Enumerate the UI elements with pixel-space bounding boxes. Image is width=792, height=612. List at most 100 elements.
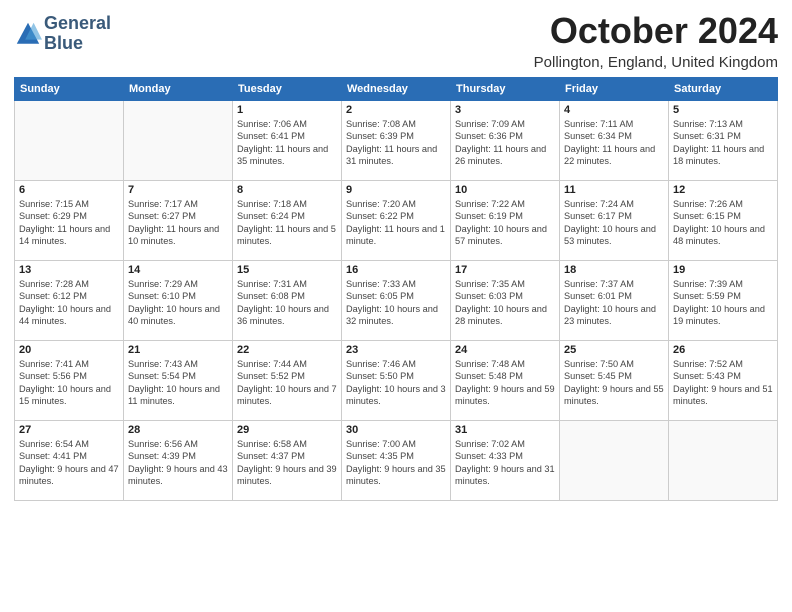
day-detail: Sunrise: 6:56 AM Sunset: 4:39 PM Dayligh…: [128, 438, 228, 488]
day-detail: Sunrise: 7:46 AM Sunset: 5:50 PM Dayligh…: [346, 358, 446, 408]
day-detail: Sunrise: 7:15 AM Sunset: 6:29 PM Dayligh…: [19, 198, 119, 248]
calendar-cell: 6 Sunrise: 7:15 AM Sunset: 6:29 PM Daylig…: [15, 181, 124, 261]
calendar-cell: 4 Sunrise: 7:11 AM Sunset: 6:34 PM Daylig…: [560, 101, 669, 181]
day-number: 10: [455, 184, 555, 196]
day-number: 3: [455, 104, 555, 116]
day-detail: Sunrise: 7:22 AM Sunset: 6:19 PM Dayligh…: [455, 198, 555, 248]
day-detail: Sunrise: 7:09 AM Sunset: 6:36 PM Dayligh…: [455, 118, 555, 168]
calendar-cell: 9 Sunrise: 7:20 AM Sunset: 6:22 PM Daylig…: [342, 181, 451, 261]
day-of-week-header: Sunday: [15, 78, 124, 101]
day-number: 24: [455, 344, 555, 356]
calendar-cell: 25 Sunrise: 7:50 AM Sunset: 5:45 PM Dayli…: [560, 341, 669, 421]
calendar-cell: 26Sunrise: 7:52 AM Sunset: 5:43 PM Dayli…: [669, 341, 778, 421]
day-detail: Sunrise: 7:18 AM Sunset: 6:24 PM Dayligh…: [237, 198, 337, 248]
day-number: 17: [455, 264, 555, 276]
day-number: 27: [19, 424, 119, 436]
calendar-cell: 21 Sunrise: 7:43 AM Sunset: 5:54 PM Dayli…: [124, 341, 233, 421]
calendar-cell: 10 Sunrise: 7:22 AM Sunset: 6:19 PM Dayli…: [451, 181, 560, 261]
day-number: 8: [237, 184, 337, 196]
day-of-week-header: Tuesday: [233, 78, 342, 101]
calendar-cell: [15, 101, 124, 181]
calendar-cell: [124, 101, 233, 181]
day-detail: Sunrise: 7:02 AM Sunset: 4:33 PM Dayligh…: [455, 438, 555, 488]
day-number: 1: [237, 104, 337, 116]
day-of-week-header: Saturday: [669, 78, 778, 101]
day-number: 31: [455, 424, 555, 436]
day-detail: Sunrise: 7:08 AM Sunset: 6:39 PM Dayligh…: [346, 118, 446, 168]
day-of-week-header: Friday: [560, 78, 669, 101]
calendar-cell: 13Sunrise: 7:28 AM Sunset: 6:12 PM Dayli…: [15, 261, 124, 341]
day-number: 4: [564, 104, 664, 116]
day-detail: Sunrise: 7:06 AM Sunset: 6:41 PM Dayligh…: [237, 118, 337, 168]
calendar-cell: 11Sunrise: 7:24 AM Sunset: 6:17 PM Dayli…: [560, 181, 669, 261]
day-detail: Sunrise: 7:41 AM Sunset: 5:56 PM Dayligh…: [19, 358, 119, 408]
page: General Blue October 2024 Pollington, En…: [0, 0, 792, 612]
day-detail: Sunrise: 7:17 AM Sunset: 6:27 PM Dayligh…: [128, 198, 228, 248]
day-detail: Sunrise: 7:48 AM Sunset: 5:48 PM Dayligh…: [455, 358, 555, 408]
calendar-header-row: SundayMondayTuesdayWednesdayThursdayFrid…: [15, 78, 778, 101]
calendar-cell: 30Sunrise: 7:00 AM Sunset: 4:35 PM Dayli…: [342, 421, 451, 501]
day-number: 2: [346, 104, 446, 116]
day-detail: Sunrise: 7:52 AM Sunset: 5:43 PM Dayligh…: [673, 358, 773, 408]
logo-icon: [14, 20, 42, 48]
day-detail: Sunrise: 7:29 AM Sunset: 6:10 PM Dayligh…: [128, 278, 228, 328]
day-detail: Sunrise: 7:00 AM Sunset: 4:35 PM Dayligh…: [346, 438, 446, 488]
day-detail: Sunrise: 7:39 AM Sunset: 5:59 PM Dayligh…: [673, 278, 773, 328]
calendar-cell: 14Sunrise: 7:29 AM Sunset: 6:10 PM Dayli…: [124, 261, 233, 341]
calendar-cell: 2 Sunrise: 7:08 AM Sunset: 6:39 PM Daylig…: [342, 101, 451, 181]
calendar-cell: 16 Sunrise: 7:33 AM Sunset: 6:05 PM Dayli…: [342, 261, 451, 341]
header: General Blue October 2024 Pollington, En…: [14, 10, 778, 71]
day-number: 18: [564, 264, 664, 276]
day-of-week-header: Wednesday: [342, 78, 451, 101]
calendar-cell: 31 Sunrise: 7:02 AM Sunset: 4:33 PM Dayli…: [451, 421, 560, 501]
day-detail: Sunrise: 7:20 AM Sunset: 6:22 PM Dayligh…: [346, 198, 446, 248]
day-number: 16: [346, 264, 446, 276]
day-detail: Sunrise: 6:58 AM Sunset: 4:37 PM Dayligh…: [237, 438, 337, 488]
calendar-cell: [669, 421, 778, 501]
day-number: 9: [346, 184, 446, 196]
calendar-cell: 7 Sunrise: 7:17 AM Sunset: 6:27 PM Daylig…: [124, 181, 233, 261]
day-detail: Sunrise: 7:28 AM Sunset: 6:12 PM Dayligh…: [19, 278, 119, 328]
calendar-week-row: 1 Sunrise: 7:06 AM Sunset: 6:41 PM Daylig…: [15, 101, 778, 181]
day-detail: Sunrise: 7:50 AM Sunset: 5:45 PM Dayligh…: [564, 358, 664, 408]
calendar-cell: 29Sunrise: 6:58 AM Sunset: 4:37 PM Dayli…: [233, 421, 342, 501]
day-detail: Sunrise: 7:37 AM Sunset: 6:01 PM Dayligh…: [564, 278, 664, 328]
calendar-cell: 18 Sunrise: 7:37 AM Sunset: 6:01 PM Dayli…: [560, 261, 669, 341]
calendar-cell: 19Sunrise: 7:39 AM Sunset: 5:59 PM Dayli…: [669, 261, 778, 341]
day-number: 12: [673, 184, 773, 196]
calendar-cell: 23 Sunrise: 7:46 AM Sunset: 5:50 PM Dayli…: [342, 341, 451, 421]
calendar-week-row: 6 Sunrise: 7:15 AM Sunset: 6:29 PM Daylig…: [15, 181, 778, 261]
day-number: 20: [19, 344, 119, 356]
day-detail: Sunrise: 7:26 AM Sunset: 6:15 PM Dayligh…: [673, 198, 773, 248]
logo: General Blue: [14, 14, 111, 54]
calendar-cell: 12 Sunrise: 7:26 AM Sunset: 6:15 PM Dayli…: [669, 181, 778, 261]
day-number: 5: [673, 104, 773, 116]
calendar-cell: 28Sunrise: 6:56 AM Sunset: 4:39 PM Dayli…: [124, 421, 233, 501]
calendar-cell: 8 Sunrise: 7:18 AM Sunset: 6:24 PM Daylig…: [233, 181, 342, 261]
logo-text: General Blue: [44, 14, 111, 54]
day-of-week-header: Monday: [124, 78, 233, 101]
day-number: 21: [128, 344, 228, 356]
day-detail: Sunrise: 7:13 AM Sunset: 6:31 PM Dayligh…: [673, 118, 773, 168]
subtitle: Pollington, England, United Kingdom: [534, 54, 778, 71]
day-number: 7: [128, 184, 228, 196]
day-detail: Sunrise: 7:11 AM Sunset: 6:34 PM Dayligh…: [564, 118, 664, 168]
day-number: 23: [346, 344, 446, 356]
title-block: October 2024 Pollington, England, United…: [534, 10, 778, 71]
day-number: 11: [564, 184, 664, 196]
calendar-week-row: 20 Sunrise: 7:41 AM Sunset: 5:56 PM Dayli…: [15, 341, 778, 421]
day-detail: Sunrise: 7:33 AM Sunset: 6:05 PM Dayligh…: [346, 278, 446, 328]
calendar-cell: 22Sunrise: 7:44 AM Sunset: 5:52 PM Dayli…: [233, 341, 342, 421]
day-number: 6: [19, 184, 119, 196]
calendar-cell: 15Sunrise: 7:31 AM Sunset: 6:08 PM Dayli…: [233, 261, 342, 341]
day-detail: Sunrise: 7:44 AM Sunset: 5:52 PM Dayligh…: [237, 358, 337, 408]
calendar-week-row: 27Sunrise: 6:54 AM Sunset: 4:41 PM Dayli…: [15, 421, 778, 501]
day-number: 25: [564, 344, 664, 356]
day-of-week-header: Thursday: [451, 78, 560, 101]
day-detail: Sunrise: 7:31 AM Sunset: 6:08 PM Dayligh…: [237, 278, 337, 328]
calendar-cell: 24 Sunrise: 7:48 AM Sunset: 5:48 PM Dayli…: [451, 341, 560, 421]
day-detail: Sunrise: 7:35 AM Sunset: 6:03 PM Dayligh…: [455, 278, 555, 328]
day-detail: Sunrise: 7:43 AM Sunset: 5:54 PM Dayligh…: [128, 358, 228, 408]
calendar-cell: 27Sunrise: 6:54 AM Sunset: 4:41 PM Dayli…: [15, 421, 124, 501]
calendar-cell: 17 Sunrise: 7:35 AM Sunset: 6:03 PM Dayli…: [451, 261, 560, 341]
